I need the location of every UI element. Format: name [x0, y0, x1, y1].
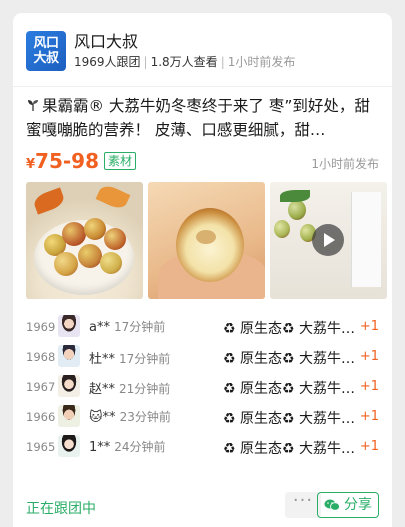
- jujube-bitten-photo[interactable]: [148, 182, 265, 299]
- material-badge[interactable]: 素材: [104, 152, 137, 170]
- buyer-name: a** 17分钟前: [89, 320, 166, 335]
- order-time: 17分钟前: [119, 352, 171, 366]
- share-button[interactable]: 分享: [317, 492, 379, 518]
- order-time: 23分钟前: [119, 410, 171, 424]
- order-quantity: +1: [359, 439, 379, 454]
- order-list: 1969a**17分钟前♻ 原生态♻ 大荔牛奶冬枣+11968杜**17分钟前♻…: [26, 312, 379, 462]
- buyer-name: 1** 24分钟前: [89, 440, 166, 455]
- order-row[interactable]: 1966 🐱**23分钟前 ♻ 原生态♻ 大荔牛奶冬枣+1: [26, 402, 379, 432]
- wechat-icon: [324, 499, 340, 511]
- play-icon[interactable]: [312, 224, 344, 256]
- description-text: 果霸霸® 大荔牛奶冬枣终于来了 枣”到好处，甜蜜嘎嘣脆的营养！ 皮薄、口感更细腻…: [26, 97, 370, 139]
- order-row[interactable]: 1967 赵**21分钟前 ♻ 原生态♻ 大荔牛奶冬枣+1: [26, 372, 379, 402]
- price-value: 75-98: [35, 149, 100, 173]
- product-name: ♻ 原生态♻ 大荔牛奶冬枣: [223, 441, 365, 457]
- order-index: 1967: [26, 380, 56, 394]
- share-label: 分享: [344, 497, 372, 513]
- order-time: 21分钟前: [119, 382, 171, 396]
- order-quantity: +1: [359, 319, 379, 334]
- header-divider: [13, 86, 392, 87]
- logo-line-1: 风口: [33, 36, 59, 51]
- product-name: ♻ 原生态♻ 大荔牛奶冬枣: [223, 321, 365, 337]
- follower-count: 1969人跟团: [74, 55, 141, 69]
- seedling-icon: [28, 100, 38, 111]
- buyer-name: 杜** 17分钟前: [89, 352, 171, 367]
- order-index: 1969: [26, 320, 56, 334]
- avatar[interactable]: [58, 345, 80, 367]
- product-name: ♻ 原生态♻ 大荔牛奶冬枣: [223, 351, 365, 367]
- publisher-logo[interactable]: 风口 大叔: [26, 31, 66, 71]
- publisher-name[interactable]: 风口大叔: [74, 28, 138, 52]
- order-quantity: +1: [359, 379, 379, 394]
- price: ¥75-98: [26, 149, 100, 173]
- post-time: 1小时前发布: [311, 157, 379, 171]
- order-time: 24分钟前: [114, 440, 166, 454]
- publisher-stats: 1969人跟团 | 1.8万人查看 | 1小时前发布: [74, 55, 296, 69]
- post-description[interactable]: 果霸霸® 大荔牛奶冬枣终于来了 枣”到好处，甜蜜嘎嘣脆的营养！ 皮薄、口感更细腻…: [26, 94, 381, 142]
- jujube-bowl-photo[interactable]: [26, 182, 143, 299]
- order-time: 17分钟前: [113, 320, 166, 334]
- buyer-name: 🐱** 23分钟前: [89, 410, 171, 425]
- price-row: ¥75-98 素材 1小时前发布: [26, 149, 379, 175]
- order-row[interactable]: 1965 1**24分钟前 ♻ 原生态♻ 大荔牛奶冬枣+1: [26, 432, 379, 462]
- following-status[interactable]: 正在跟团中: [26, 498, 96, 518]
- avatar[interactable]: [58, 315, 80, 337]
- image-gallery: [26, 182, 387, 299]
- view-count: 1.8万人查看: [150, 55, 218, 69]
- product-name: ♻ 原生态♻ 大荔牛奶冬枣: [223, 411, 365, 427]
- avatar[interactable]: [58, 405, 80, 427]
- order-index: 1966: [26, 410, 56, 424]
- publish-time: 1小时前发布: [227, 55, 296, 69]
- logo-line-2: 大叔: [33, 51, 59, 66]
- card-footer: 正在跟团中 ··· 分享: [26, 492, 379, 520]
- order-index: 1968: [26, 350, 56, 364]
- order-quantity: +1: [359, 349, 379, 364]
- order-index: 1965: [26, 440, 56, 454]
- group-buy-card[interactable]: 风口 大叔 风口大叔 1969人跟团 | 1.8万人查看 | 1小时前发布 果霸霸® 大…: [13, 13, 392, 527]
- publisher-header[interactable]: 风口 大叔 风口大叔 1969人跟团 | 1.8万人查看 | 1小时前发布: [26, 25, 379, 77]
- avatar[interactable]: [58, 375, 80, 397]
- more-button[interactable]: ···: [285, 492, 321, 518]
- buyer-name: 赵** 21分钟前: [89, 382, 171, 397]
- order-row[interactable]: 1968 杜**17分钟前 ♻ 原生态♻ 大荔牛奶冬枣+1: [26, 342, 379, 372]
- order-row[interactable]: 1969 a**17分钟前 ♻ 原生态♻ 大荔牛奶冬枣+1: [26, 312, 379, 342]
- order-quantity: +1: [359, 409, 379, 424]
- avatar[interactable]: [58, 435, 80, 457]
- jujube-video-thumbnail[interactable]: [270, 182, 387, 299]
- product-name: ♻ 原生态♻ 大荔牛奶冬枣: [223, 381, 365, 397]
